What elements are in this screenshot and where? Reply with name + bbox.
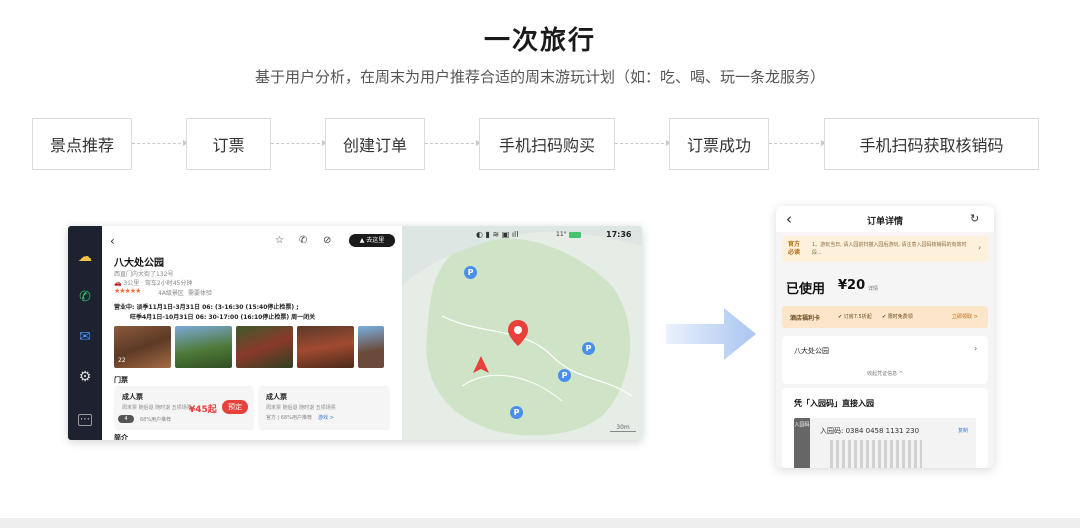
entry-title: 凭「入园码」直接入园	[794, 399, 874, 408]
notice-text: 1、游玩当日, 请入园前扫描入园后游玩, 请注意入园码核销码的有效时段...	[812, 242, 967, 256]
phone-icon[interactable]: ✆	[76, 288, 94, 306]
perks-tag: ✔ 订房7.5折起	[838, 314, 872, 320]
ticket-price: ¥45起	[189, 405, 217, 415]
ticket-sub: 官方 | 68%用户推荐	[266, 415, 312, 421]
ticket-name: 成人票	[122, 393, 143, 401]
mail-icon[interactable]: ✉	[76, 328, 94, 346]
scenic-photo[interactable]	[175, 326, 232, 368]
poi-panel: ‹ ☆ ✆ ⊘ ▲ 去这里 八大处公园 西直门内大街了132号 🚗 3公里 · …	[102, 226, 402, 440]
page-title: 一次旅行	[483, 26, 596, 56]
chevron-right-icon: ›	[974, 344, 978, 353]
photo-count: 22	[118, 357, 126, 364]
phone-title: 订单详情	[866, 217, 903, 227]
ticket-tag: 4	[118, 415, 134, 423]
ticket-name: 成人票	[266, 393, 287, 401]
hours-line-1: 营业中: 淡季11月1日-3月31日 06: (3-16:30 (15:40停止…	[114, 304, 299, 311]
flow-connector	[132, 140, 188, 146]
rating-stars: ★★★★★	[114, 287, 141, 295]
flow-step-success: 订票成功	[669, 118, 769, 170]
ticket-desc: 周末票 随后退 随时退 五项场票	[122, 405, 192, 411]
signal-icons: ◐ ▮ ≋ ▣ ıll	[476, 230, 519, 239]
car-sidebar: ☁ ✆ ✉ ⚙ ⋯	[68, 226, 102, 440]
current-location-icon	[473, 356, 489, 373]
page-subtitle: 基于用户分析，在周末为用户推荐合适的周末游玩计划（如：吃、喝、玩一条龙服务）	[254, 68, 825, 86]
status-bar: ◐ ▮ ≋ ▣ ıll 11° 17:36	[402, 226, 642, 244]
scenic-photo[interactable]	[358, 326, 384, 368]
flow-connector	[425, 140, 481, 146]
entry-code-box: 入园码: 0384 0458 1131 230 复制	[810, 418, 976, 468]
flow-connector	[271, 140, 327, 146]
entry-side-tab: 入园码	[794, 418, 810, 468]
perks-tag: ✔ 限时免费领	[882, 314, 913, 320]
car-screen: ☁ ✆ ✉ ⚙ ⋯ ‹ ☆ ✆ ⊘ ▲ 去这里 八大处公园 西直门内大街了132…	[68, 226, 642, 440]
settings-icon[interactable]: ⚙	[76, 368, 94, 386]
right-arrow-icon	[666, 308, 756, 360]
rating-text: 4A级景区	[158, 290, 184, 297]
flow-connector	[615, 140, 671, 146]
place-distance: 🚗 3公里 · 驾车2小时45分钟	[114, 280, 193, 287]
order-status: 已使用	[786, 282, 826, 297]
perks-link[interactable]: 立即领取 >	[952, 313, 978, 320]
flow-step-attraction: 景点推荐	[32, 118, 132, 170]
parking-icon[interactable]: P	[558, 369, 571, 382]
place-address: 西直门内大街了132号	[114, 271, 174, 278]
ticket-sub: 68%用户推荐	[140, 417, 172, 423]
qr-code	[830, 440, 922, 468]
back-button[interactable]: ‹	[110, 234, 115, 248]
phone-screen: ‹ 订单详情 ↻ 官方 必读 1、游玩当日, 请入园前扫描入园后游玩, 请注意入…	[776, 206, 994, 468]
tickets-heading: 门票	[114, 376, 128, 384]
chevron-right-icon: ›	[978, 243, 982, 252]
rating-extra: 需要体验	[188, 290, 213, 297]
refresh-icon[interactable]: ↻	[970, 212, 979, 225]
parking-icon[interactable]: P	[510, 406, 523, 419]
entry-card: 凭「入园码」直接入园 入园码 入园码: 0384 0458 1131 230 复…	[782, 388, 988, 468]
perks-label: 酒店福利卡	[790, 315, 821, 322]
intro-heading: 简介	[114, 434, 128, 440]
place-name: 八大处公园	[114, 258, 164, 269]
price-detail-link[interactable]: 详情	[868, 285, 878, 292]
phone-header: ‹ 订单详情 ↻	[776, 206, 994, 232]
go-here-button[interactable]: ▲ 去这里	[349, 234, 395, 247]
flow-step-create-order: 创建订单	[325, 118, 425, 170]
scenic-photo[interactable]	[236, 326, 293, 368]
flow-connector	[769, 140, 826, 146]
copy-button[interactable]: 复制	[958, 427, 968, 434]
bottom-band	[0, 518, 1080, 528]
perks-bar[interactable]: 酒店福利卡 ✔ 订房7.5折起 ✔ 限时免费领 立即领取 >	[782, 306, 988, 328]
parking-icon[interactable]: P	[582, 342, 595, 355]
flow-step-scan-buy: 手机扫码购买	[479, 118, 615, 170]
temperature: 11°	[556, 231, 567, 238]
map-scale: 30m	[610, 424, 636, 432]
destination-pin-icon[interactable]	[508, 320, 528, 346]
ticket-desc: 周末票 随后退 随时退 五项场票	[266, 405, 336, 411]
ticket-card[interactable]: 成人票 周末票 随后退 随时退 五项场票 官方 | 68%用户推荐 游戏 >	[258, 386, 390, 430]
battery-icon	[569, 232, 581, 238]
collapse-toggle[interactable]: 收起凭证信息 ^	[782, 370, 988, 377]
ticket-link[interactable]: 游戏 >	[318, 414, 334, 421]
apps-icon[interactable]: ⋯	[78, 414, 92, 426]
call-icon[interactable]: ✆	[299, 235, 307, 246]
weather-icon[interactable]: ☁	[76, 248, 94, 266]
clock: 17:36	[606, 230, 632, 239]
hours-line-2: 旺季4月1日-10月31日 06: 30-17:00 (16:10停止检票) 周…	[130, 314, 316, 321]
parking-icon[interactable]: P	[464, 266, 477, 279]
flow-step-scan-code: 手机扫码获取核销码	[824, 118, 1039, 170]
scenic-photo[interactable]	[297, 326, 354, 368]
entry-code: 入园码: 0384 0458 1131 230	[820, 427, 920, 435]
share-icon[interactable]: ⊘	[323, 235, 331, 246]
park-name: 八大处公园	[794, 347, 829, 355]
favorite-icon[interactable]: ☆	[275, 235, 284, 246]
flow-step-ticket: 订票	[186, 118, 271, 170]
notice-bar[interactable]: 官方 必读 1、游玩当日, 请入园前扫描入园后游玩, 请注意入园码核销码的有效时…	[782, 236, 988, 262]
map-view[interactable]: ◐ ▮ ≋ ▣ ıll 11° 17:36 P P P P 30m	[402, 226, 642, 440]
book-button[interactable]: 预定	[222, 400, 248, 414]
notice-tag: 官方 必读	[788, 241, 801, 256]
ticket-card[interactable]: 成人票 周末票 随后退 随时退 五项场票 4 68%用户推荐 ¥45起 预定	[114, 386, 254, 430]
park-card[interactable]: 八大处公园 › 收起凭证信息 ^	[782, 336, 988, 384]
order-price: ¥20	[838, 278, 866, 293]
